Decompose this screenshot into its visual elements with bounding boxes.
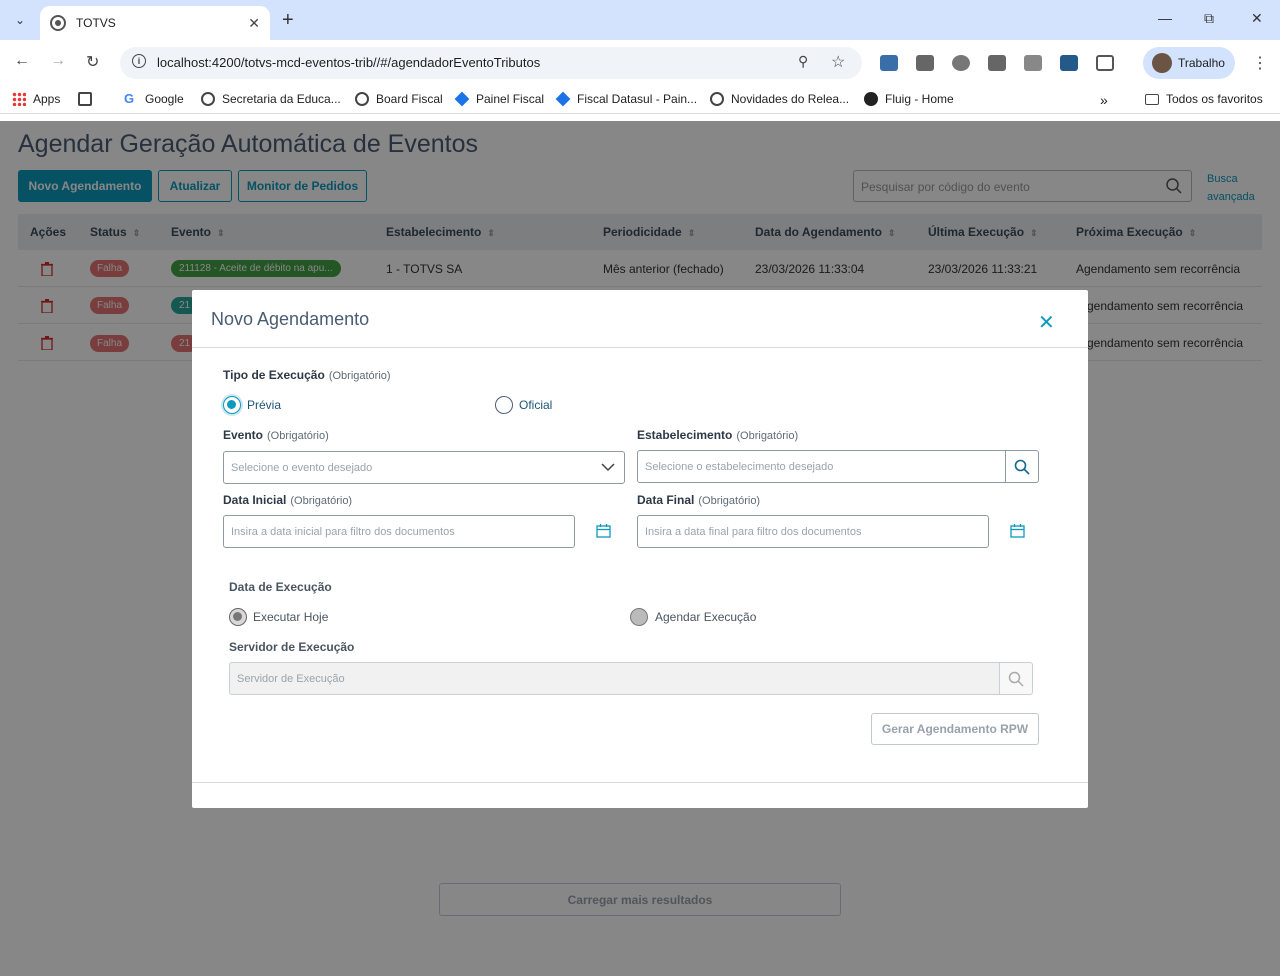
profile-name: Trabalho (1178, 56, 1225, 70)
extension-icon[interactable] (952, 55, 970, 71)
server-label: Servidor de Execução (229, 640, 355, 654)
calendar-icon[interactable] (596, 524, 611, 538)
start-date-input[interactable]: Insira a data inicial para filtro dos do… (223, 515, 575, 548)
bookmark-novidades[interactable]: Novidades do Relea... (710, 92, 849, 106)
divider (192, 347, 1088, 348)
drive-extension-icon[interactable] (916, 55, 934, 71)
end-date-label: Data Final (Obrigatório) (637, 493, 761, 507)
browser-menu-icon[interactable]: ⋮ (1252, 53, 1268, 73)
minimize-icon[interactable]: — (1158, 10, 1172, 26)
bookmark-apps[interactable]: Apps (12, 92, 60, 106)
globe-icon (710, 92, 724, 106)
exec-type-label: Tipo de Execução (Obrigatório) (223, 368, 391, 382)
close-icon[interactable]: ✕ (1038, 310, 1055, 335)
globe-icon (355, 92, 369, 106)
bookmark-board-fiscal[interactable]: Board Fiscal (355, 92, 443, 106)
bookmark-fiscal-datasul[interactable]: Fiscal Datasul - Pain... (555, 91, 697, 107)
close-window-icon[interactable]: ✕ (1251, 10, 1263, 27)
search-icon (1008, 671, 1024, 687)
end-date-input[interactable]: Insira a data final para filtro dos docu… (637, 515, 989, 548)
event-select[interactable]: Selecione o evento desejado (223, 451, 625, 484)
tab-close-icon[interactable]: ✕ (248, 15, 260, 32)
more-bookmarks-chevron-icon[interactable]: » (1100, 92, 1108, 108)
totvs-favicon-icon (50, 15, 66, 31)
radio-previa[interactable] (223, 396, 241, 414)
apps-grid-icon (12, 92, 26, 106)
radio-oficial-label[interactable]: Oficial (519, 398, 552, 412)
establishment-label: Estabelecimento (Obrigatório) (637, 428, 799, 442)
radio-schedule-execution[interactable] (630, 608, 648, 626)
establishment-input[interactable]: Selecione o estabelecimento desejado (637, 450, 1006, 483)
globe-icon (201, 92, 215, 106)
server-input[interactable]: Servidor de Execução (229, 662, 1000, 695)
extensions-puzzle-icon[interactable] (1096, 55, 1114, 71)
bookmark-star-icon[interactable]: ☆ (831, 52, 845, 72)
reload-icon[interactable]: ↻ (86, 52, 99, 72)
divider (192, 782, 1088, 783)
bookmark-secretaria[interactable]: Secretaria da Educa... (201, 92, 341, 106)
tab-search-chevron-icon[interactable]: ⌄ (8, 8, 32, 32)
server-search-button[interactable] (999, 662, 1033, 695)
qr-extension-icon[interactable] (1024, 55, 1042, 71)
radio-execute-today[interactable] (229, 608, 247, 626)
diamond-icon (555, 91, 571, 107)
search-icon (1014, 459, 1030, 475)
modal-title: Novo Agendamento (211, 309, 370, 329)
tab-groups-icon[interactable] (78, 92, 99, 106)
exec-date-label: Data de Execução (229, 580, 332, 594)
calendar-icon[interactable] (1010, 524, 1025, 538)
profile-button[interactable]: Trabalho (1143, 47, 1235, 79)
new-schedule-modal: Novo Agendamento ✕ Tipo de Execução (Obri… (192, 290, 1088, 808)
chevron-down-icon[interactable] (601, 463, 615, 472)
bookmark-google[interactable]: G Google (124, 91, 184, 107)
extension-icon[interactable] (1060, 55, 1078, 71)
radio-execute-today-label[interactable]: Executar Hoje (253, 610, 328, 624)
bookmark-fluig[interactable]: Fluig - Home (864, 92, 954, 106)
mail-extension-icon[interactable] (988, 55, 1006, 71)
address-bar[interactable]: i localhost:4200/totvs-mcd-eventos-trib/… (120, 47, 862, 79)
all-bookmarks-folder[interactable]: Todos os favoritos (1145, 92, 1263, 106)
establishment-search-button[interactable] (1005, 450, 1039, 483)
bookmark-painel-fiscal[interactable]: Painel Fiscal (454, 91, 544, 107)
google-icon: G (124, 91, 135, 106)
restore-window-icon[interactable]: ⧉ (1204, 10, 1214, 27)
radio-oficial[interactable] (495, 396, 513, 414)
url-text: localhost:4200/totvs-mcd-eventos-trib//#… (157, 55, 541, 70)
radio-schedule-execution-label[interactable]: Agendar Execução (655, 610, 756, 624)
forward-arrow-icon[interactable]: → (50, 52, 66, 70)
folder-icon (1145, 93, 1159, 105)
fluig-icon (864, 92, 878, 106)
site-info-icon[interactable]: i (132, 54, 146, 68)
zoom-icon[interactable]: ⚲ (798, 53, 808, 70)
tab-title: TOTVS (76, 16, 116, 30)
extension-icon[interactable] (880, 55, 898, 71)
event-label: Evento (Obrigatório) (223, 428, 329, 442)
avatar (1152, 53, 1172, 73)
new-tab-plus-icon[interactable]: + (282, 9, 294, 32)
browser-tab[interactable]: TOTVS ✕ (40, 6, 270, 40)
start-date-label: Data Inicial (Obrigatório) (223, 493, 353, 507)
radio-previa-label[interactable]: Prévia (247, 398, 281, 412)
back-arrow-icon[interactable]: ← (14, 52, 30, 70)
generate-rpw-button[interactable]: Gerar Agendamento RPW (871, 713, 1039, 745)
diamond-icon (454, 91, 470, 107)
